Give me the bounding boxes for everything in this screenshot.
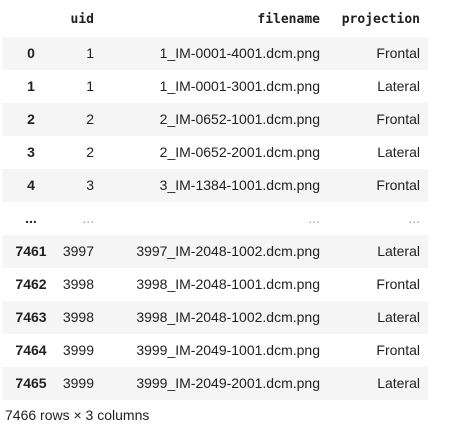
table-row: 7465 3999 3999_IM-2049-2001.dcm.png Late…	[2, 366, 428, 400]
table-header: uid filename projection	[2, 3, 428, 37]
cell-uid: 2	[86, 144, 94, 160]
cell-projection: Lateral	[377, 144, 420, 160]
cell-projection: ...	[408, 210, 420, 226]
dataframe-output: uid filename projection 0 1 1_IM-0001-40…	[2, 3, 428, 400]
cell-uid: 3997	[62, 243, 94, 259]
table-body: 0 1 1_IM-0001-4001.dcm.png Frontal 1 1 1…	[2, 36, 428, 400]
row-index: 1	[27, 78, 35, 94]
cell-projection: Frontal	[376, 45, 420, 62]
dataframe-table: uid filename projection 0 1 1_IM-0001-40…	[2, 3, 428, 400]
row-index: 0	[27, 45, 35, 62]
table-row: 0 1 1_IM-0001-4001.dcm.png Frontal	[2, 36, 428, 70]
cell-filename: 1_IM-0001-3001.dcm.png	[159, 78, 320, 94]
cell-filename: 3_IM-1384-1001.dcm.png	[159, 177, 320, 193]
row-index: 2	[27, 111, 35, 127]
header-row: uid filename projection	[2, 3, 428, 37]
cell-projection: Lateral	[377, 78, 420, 94]
table-row: 7462 3998 3998_IM-2048-1001.dcm.png Fron…	[2, 267, 428, 301]
cell-projection: Frontal	[376, 276, 420, 292]
cell-filename: ...	[308, 210, 320, 226]
table-row: 7463 3998 3998_IM-2048-1002.dcm.png Late…	[2, 300, 428, 334]
cell-projection: Frontal	[376, 111, 420, 127]
header-index	[2, 3, 60, 37]
cell-filename: 3999_IM-2049-2001.dcm.png	[136, 375, 320, 391]
row-index: 4	[27, 177, 35, 193]
cell-projection: Frontal	[376, 342, 420, 358]
row-index: 3	[27, 144, 35, 160]
cell-filename: 3998_IM-2048-1002.dcm.png	[136, 309, 320, 325]
cell-uid: 3998	[62, 276, 94, 292]
cell-uid: 1	[86, 78, 94, 94]
table-row: 4 3 3_IM-1384-1001.dcm.png Frontal	[2, 168, 428, 202]
cell-filename: 3999_IM-2049-1001.dcm.png	[136, 342, 320, 358]
cell-projection: Lateral	[377, 375, 420, 391]
cell-filename: 3998_IM-2048-1001.dcm.png	[136, 276, 320, 292]
row-index: 7461	[15, 243, 47, 259]
table-row: 2 2 2_IM-0652-1001.dcm.png Frontal	[2, 102, 428, 136]
dataframe-shape-text: 7466 rows × 3 columns	[5, 407, 150, 423]
table-row: 7464 3999 3999_IM-2049-1001.dcm.png Fron…	[2, 333, 428, 367]
ellipsis-row: ... ... ... ...	[2, 201, 428, 235]
cell-filename: 3997_IM-2048-1002.dcm.png	[136, 243, 320, 259]
cell-uid: 3998	[62, 309, 94, 325]
header-projection: projection	[328, 3, 428, 37]
cell-filename: 1_IM-0001-4001.dcm.png	[159, 45, 320, 62]
row-index: 7463	[15, 309, 47, 325]
cell-projection: Lateral	[377, 309, 420, 325]
cell-projection: Lateral	[377, 243, 420, 259]
table-row: 1 1 1_IM-0001-3001.dcm.png Lateral	[2, 69, 428, 103]
cell-uid: 3	[86, 177, 94, 193]
row-index: 7465	[15, 375, 47, 391]
cell-uid: ...	[82, 210, 94, 226]
row-index: 7464	[15, 342, 47, 358]
cell-filename: 2_IM-0652-2001.dcm.png	[159, 144, 320, 160]
cell-uid: 3999	[62, 342, 94, 358]
table-row: 7461 3997 3997_IM-2048-1002.dcm.png Late…	[2, 234, 428, 268]
cell-uid: 2	[86, 111, 94, 127]
cell-projection: Frontal	[376, 177, 420, 193]
row-index: 7462	[15, 276, 47, 292]
header-filename: filename	[102, 3, 328, 37]
cell-uid: 1	[86, 45, 94, 62]
cell-filename: 2_IM-0652-1001.dcm.png	[159, 111, 320, 127]
header-uid: uid	[60, 3, 102, 37]
row-index: ...	[25, 210, 37, 226]
cell-uid: 3999	[62, 375, 94, 391]
table-row: 3 2 2_IM-0652-2001.dcm.png Lateral	[2, 135, 428, 169]
